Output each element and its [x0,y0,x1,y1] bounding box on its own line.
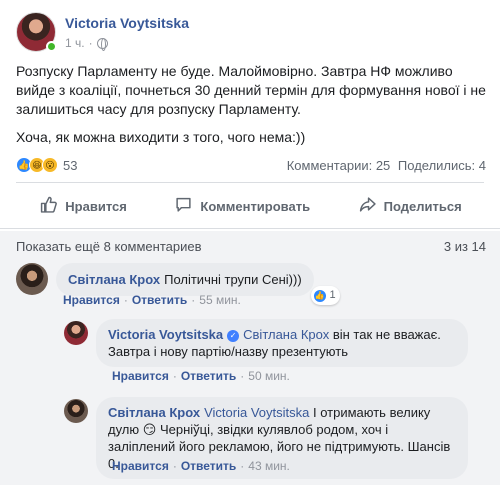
shares-count-link[interactable]: Поделились: 4 [398,158,486,173]
author-block: Victoria Voytsitska 1 ч. · [65,15,189,56]
comment-actions: Нравится · Ответить · 43 мин. [112,459,290,473]
comment-reply-link[interactable]: Ответить [181,369,236,383]
reaction-icons[interactable]: 👍 😆 😮 53 [16,157,77,173]
comment-actions: Нравится · Ответить · 50 мин. [112,369,290,383]
post-paragraph: Розпуску Парламенту не буде. Малоймовірн… [16,63,486,117]
comment-timestamp[interactable]: 50 мин. [248,369,290,383]
separator: · [240,459,245,473]
comment-like-link[interactable]: Нравится [112,369,169,383]
divider [16,182,484,183]
comment-timestamp[interactable]: 55 мин. [199,293,241,307]
online-status-icon [46,41,57,52]
reply-comment: Victoria Voytsitska ✓ Світлана Крох він та… [64,319,468,367]
comment-actions: Нравится · Ответить · 55 мин. [63,293,241,307]
comment-author-link[interactable]: Світлана Крох [108,405,200,420]
comment-author-link[interactable]: Victoria Voytsitska [108,327,223,342]
mention-link[interactable]: Victoria Voytsitska [204,405,309,420]
comments-section: Показать ещё 8 комментариев 3 из 14 Світ… [0,231,500,485]
comment-timestamp[interactable]: 43 мин. [248,459,290,473]
post-action-bar: Нравится Комментировать Поделиться [16,190,486,222]
globe-icon[interactable] [96,37,108,51]
post-stats: Комментарии: 25 Поделились: 4 [283,158,486,173]
comments-count-link[interactable]: Комментарии: 25 [287,158,391,173]
comment-reactions[interactable]: 👍 1 [310,286,340,305]
like-label: Нравится [65,198,127,214]
show-more-comments-link[interactable]: Показать ещё 8 комментариев [16,239,202,254]
reaction-count[interactable]: 53 [63,158,77,173]
comment-reply-link[interactable]: Ответить [181,459,236,473]
wow-reaction-icon: 😮 [42,157,58,173]
author-avatar[interactable] [16,12,57,52]
post-paragraph: Хоча, як можна виходити з того, чого нем… [16,129,306,145]
comments-pagination-row: Показать ещё 8 комментариев 3 из 14 [16,239,486,254]
comment-reaction-count: 1 [329,289,336,301]
share-label: Поделиться [383,198,462,214]
comment: Світлана Крох Політичні трупи Сені))) 👍 1 [16,263,340,305]
grin-emoji-icon: 😏 [142,422,157,437]
comment-text: Політичні трупи Сені))) [164,272,302,287]
reactions-summary: 👍 😆 😮 53 Комментарии: 25 Поделились: 4 [16,155,486,175]
comment-label: Комментировать [200,198,311,214]
comment-button[interactable]: Комментировать [175,196,310,216]
divider [0,228,500,229]
comment-like-link[interactable]: Нравится [112,459,169,473]
post-meta: 1 ч. · [65,36,189,51]
post-header: Victoria Voytsitska 1 ч. · [16,12,189,56]
separator: · [172,369,177,383]
comment-icon [175,196,192,216]
avatar[interactable] [64,321,88,345]
separator: · [123,293,128,307]
separator: · [191,293,196,307]
share-icon [359,196,376,216]
separator: · [172,459,177,473]
mention-link[interactable]: Світлана Крох [243,327,329,342]
comments-pager: 3 из 14 [443,239,486,254]
thumbs-up-icon [40,196,58,216]
meta-separator: · [88,36,93,50]
avatar[interactable] [64,399,88,423]
share-button[interactable]: Поделиться [359,196,462,216]
verified-check-icon: ✓ [227,330,240,342]
like-button[interactable]: Нравится [40,196,127,216]
avatar[interactable] [16,263,48,295]
post-text: Розпуску Парламенту не буде. Малоймовірн… [16,62,486,156]
author-name-link[interactable]: Victoria Voytsitska [65,15,189,31]
comment-like-link[interactable]: Нравится [63,293,120,307]
comment-bubble: Світлана Крох Політичні трупи Сені))) 👍 1 [56,263,340,305]
facebook-post: Victoria Voytsitska 1 ч. · Розпуску Парл… [0,0,500,485]
separator: · [240,369,245,383]
comment-author-link[interactable]: Світлана Крох [68,272,160,287]
comment-reply-link[interactable]: Ответить [132,293,187,307]
post-timestamp[interactable]: 1 ч. [65,36,85,50]
like-reaction-icon: 👍 [312,288,327,303]
comment-bubble: Victoria Voytsitska ✓ Світлана Крох він та… [96,319,468,367]
